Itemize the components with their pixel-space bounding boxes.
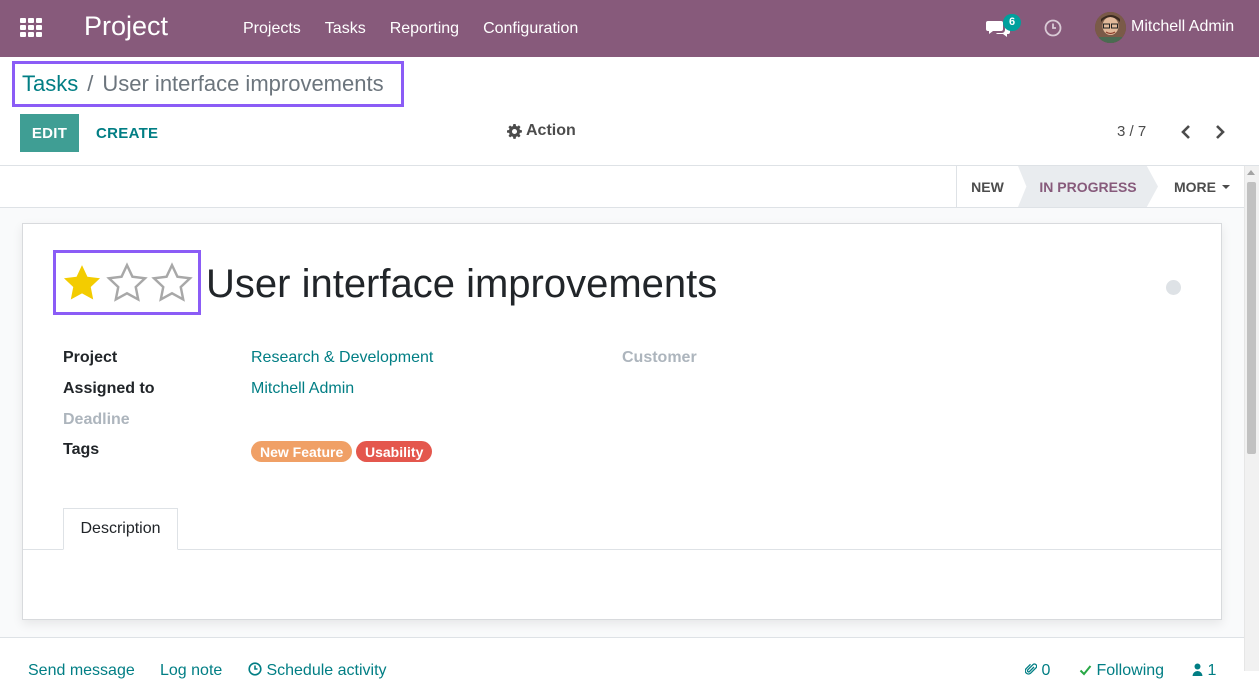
scrollbar-thumb[interactable]	[1247, 182, 1256, 454]
stage-new[interactable]: NEW	[956, 166, 1018, 207]
apps-menu-icon[interactable]	[20, 18, 42, 37]
user-avatar[interactable]	[1095, 12, 1126, 43]
status-bar: NEW IN PROGRESS MORE	[0, 166, 1244, 208]
action-dropdown[interactable]: Action	[507, 122, 576, 140]
schedule-activity-button[interactable]: Schedule activity	[248, 662, 387, 680]
project-label: Project	[63, 349, 118, 366]
menu-item-tasks[interactable]: Tasks	[313, 20, 378, 38]
breadcrumb-tasks-link[interactable]: Tasks	[22, 71, 78, 97]
kanban-state-indicator[interactable]	[1166, 280, 1181, 295]
star-filled-icon[interactable]	[61, 262, 103, 304]
followers-button[interactable]: 1	[1192, 662, 1216, 680]
create-button[interactable]: CREATE	[96, 114, 158, 152]
assigned-to-value-link[interactable]: Mitchell Admin	[251, 380, 354, 398]
chevron-right-icon[interactable]	[1210, 122, 1230, 142]
stage-more-label: MORE	[1174, 178, 1216, 195]
action-label: Action	[526, 122, 576, 139]
main-menu: Projects Tasks Reporting Configuration	[231, 0, 590, 57]
chat-count-badge: 6	[1003, 14, 1022, 31]
menu-item-configuration[interactable]: Configuration	[471, 20, 590, 38]
customer-label: Customer	[622, 349, 697, 366]
app-name[interactable]: Project	[84, 11, 168, 42]
breadcrumb: Tasks / User interface improvements	[12, 61, 404, 107]
star-empty-icon[interactable]	[151, 261, 193, 304]
clock-icon[interactable]	[1044, 19, 1062, 37]
check-icon	[1079, 665, 1092, 676]
task-title[interactable]: User interface improvements	[206, 262, 717, 307]
send-message-button[interactable]: Send message	[28, 662, 135, 680]
menu-item-projects[interactable]: Projects	[231, 20, 313, 38]
user-icon	[1192, 663, 1203, 676]
pager-value[interactable]: 3 / 7	[1117, 123, 1146, 140]
scroll-up-arrow-icon[interactable]	[1247, 170, 1255, 175]
tag-usability[interactable]: Usability	[356, 441, 433, 462]
menu-item-reporting[interactable]: Reporting	[378, 20, 471, 38]
tab-description[interactable]: Description	[63, 508, 178, 550]
following-button[interactable]: Following	[1079, 662, 1164, 680]
priority-widget	[53, 250, 201, 315]
paperclip-icon	[1024, 663, 1038, 675]
top-navbar: Project Projects Tasks Reporting Configu…	[0, 0, 1259, 57]
assigned-to-label: Assigned to	[63, 380, 155, 397]
project-value-link[interactable]: Research & Development	[251, 349, 433, 367]
tag-new-feature[interactable]: New Feature	[251, 441, 353, 462]
breadcrumb-current: User interface improvements	[102, 71, 384, 96]
deadline-label: Deadline	[63, 411, 130, 428]
clock-icon	[248, 662, 262, 676]
edit-button[interactable]: EDIT	[20, 114, 79, 152]
user-name[interactable]: Mitchell Admin	[1131, 18, 1234, 36]
tags-label: Tags	[63, 441, 100, 458]
attachments-button[interactable]: 0	[1024, 662, 1050, 680]
gear-icon	[507, 123, 522, 139]
breadcrumb-separator: /	[87, 71, 94, 96]
log-note-button[interactable]: Log note	[160, 662, 222, 680]
stage-in-progress[interactable]: IN PROGRESS	[1018, 166, 1158, 207]
caret-down-icon	[1222, 184, 1230, 189]
chevron-left-icon[interactable]	[1176, 122, 1196, 142]
chatter-divider	[0, 637, 1244, 638]
tabs-divider	[23, 549, 1221, 550]
star-empty-icon[interactable]	[106, 261, 148, 304]
stage-more-dropdown[interactable]: MORE	[1166, 166, 1238, 207]
